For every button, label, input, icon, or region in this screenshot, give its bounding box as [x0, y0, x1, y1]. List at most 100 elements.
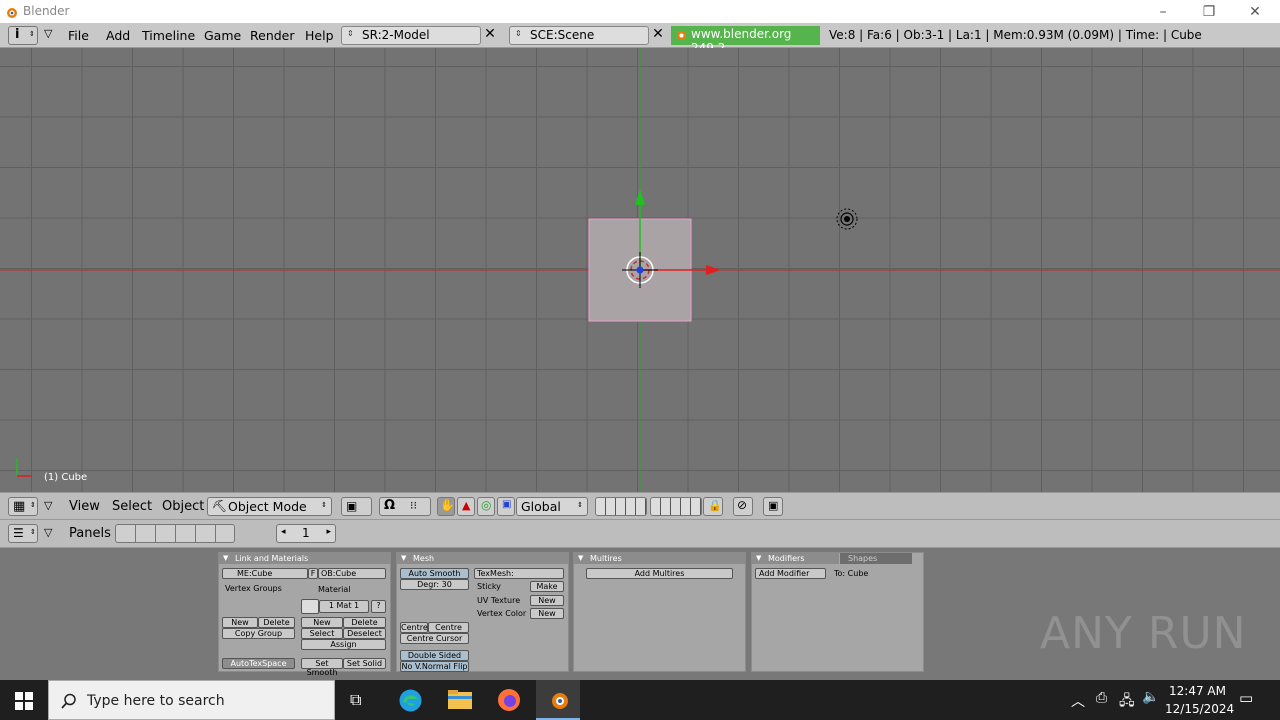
y-gizmo-arrow[interactable]: [635, 189, 645, 205]
editor-type-button-2[interactable]: ☰ ⇕: [8, 524, 38, 543]
edge-icon[interactable]: [398, 688, 423, 713]
texmesh-field[interactable]: TexMesh:: [474, 568, 564, 579]
window-type-button[interactable]: i ⇕: [8, 26, 38, 45]
pivot-button[interactable]: Ω ⁝⁝: [379, 497, 431, 516]
menu-add[interactable]: Add: [106, 28, 130, 43]
network-icon[interactable]: 🖧: [1119, 690, 1135, 714]
restore-button[interactable]: ❐: [1186, 0, 1232, 23]
menu-help[interactable]: Help: [305, 28, 334, 43]
panel-title[interactable]: Mesh: [397, 553, 568, 564]
panel-title[interactable]: Multires: [574, 553, 745, 564]
add-modifier-button[interactable]: Add Modifier: [755, 568, 826, 579]
minimize-button[interactable]: –: [1140, 0, 1186, 23]
auto-smooth-toggle[interactable]: Auto Smooth: [400, 568, 469, 579]
render-preview-icon[interactable]: ▣: [763, 497, 783, 516]
editor-type-button[interactable]: ▦ ⇕: [8, 497, 38, 516]
menu-timeline[interactable]: Timeline: [142, 28, 195, 43]
no-vnormal-flip-toggle[interactable]: No V.Normal Flip: [400, 661, 469, 672]
menu-view[interactable]: View: [69, 499, 100, 514]
orientation-selector[interactable]: Global ⇕: [516, 497, 588, 516]
object-datablock-field[interactable]: OB:Cube: [318, 568, 386, 579]
close-button[interactable]: ✕: [1232, 0, 1278, 23]
panel-title[interactable]: Link and Materials: [219, 553, 390, 564]
buttons-window: ☰⇕ ▽ Panels ◂1▸ Link and Materials ME:Cu…: [0, 520, 1280, 680]
sticky-label: Sticky: [477, 582, 501, 591]
menu-game[interactable]: Game: [204, 28, 241, 43]
windows-start-icon[interactable]: [15, 692, 33, 710]
collapse-menu-icon-2[interactable]: ▽: [44, 526, 52, 539]
material-delete-button[interactable]: Delete: [343, 617, 386, 628]
clock-time[interactable]: 12:47 AM: [1169, 684, 1226, 698]
view3d-header: ▦ ⇕ ▽ View Select Object ⛏ Object Mode ⇕ ▣ …: [0, 492, 1280, 520]
collapse-menu-icon[interactable]: ▽: [44, 499, 52, 512]
frame-field[interactable]: ◂ 1 ▸: [276, 524, 336, 543]
mode-selector[interactable]: ⛏ Object Mode ⇕: [207, 497, 332, 516]
firefox-icon[interactable]: [497, 688, 521, 712]
shapes-tab[interactable]: Shapes: [840, 553, 912, 564]
material-new-button[interactable]: New: [301, 617, 343, 628]
centre-new-button[interactable]: Centre New: [428, 622, 469, 641]
translate-icon[interactable]: ▲: [457, 497, 475, 516]
search-placeholder: Type here to search: [87, 693, 225, 709]
menu-file[interactable]: File: [68, 28, 89, 43]
taskbar-search[interactable]: Type here to search: [48, 680, 335, 720]
snap-icon[interactable]: ⊘: [733, 497, 753, 516]
centre-button[interactable]: Centre: [400, 622, 428, 633]
draw-type-button[interactable]: ▣: [341, 497, 372, 516]
uv-texture-new-button[interactable]: New: [530, 595, 564, 606]
vgroup-new-button[interactable]: New: [222, 617, 258, 628]
vertex-color-new-button[interactable]: New: [530, 608, 564, 619]
material-index-field[interactable]: 1 Mat 1: [319, 600, 369, 613]
layer-buttons-1[interactable]: [595, 497, 647, 516]
mesh-datablock-field[interactable]: ME:Cube: [222, 568, 308, 579]
orientation-label: Global: [521, 499, 561, 514]
fake-user-button[interactable]: F: [308, 568, 318, 579]
modifiers-tab[interactable]: Modifiers: [752, 553, 839, 564]
double-sided-toggle[interactable]: Double Sided: [400, 650, 469, 661]
3d-viewport[interactable]: (1) Cube: [0, 48, 1280, 492]
file-explorer-icon[interactable]: [448, 690, 472, 710]
lock-icon[interactable]: 🔒: [703, 497, 723, 516]
centre-cursor-button[interactable]: Centre Cursor: [400, 633, 469, 644]
material-label: Material: [318, 585, 351, 594]
volume-icon[interactable]: 🔈: [1142, 689, 1159, 705]
sticky-make-button[interactable]: Make: [530, 581, 564, 592]
blender-taskbar-button[interactable]: [536, 680, 580, 720]
copy-group-button[interactable]: Copy Group: [222, 628, 295, 639]
screen-selector[interactable]: ⇕ SR:2-Model: [341, 26, 481, 45]
material-assign-button[interactable]: Assign: [301, 639, 386, 650]
taskbar: Type here to search ⧉ ︿ ⎙ 🖧 🔈 12:47 AM 1…: [0, 680, 1280, 720]
material-deselect-button[interactable]: Deselect: [343, 628, 386, 639]
material-color-swatch[interactable]: [301, 599, 319, 614]
tray-device-icon[interactable]: ⎙: [1096, 690, 1107, 706]
degr-field[interactable]: Degr: 30: [400, 579, 469, 590]
notification-icon[interactable]: ▭: [1239, 689, 1253, 707]
scale-icon[interactable]: ▣: [497, 497, 515, 516]
task-view-icon[interactable]: ⧉: [350, 690, 370, 710]
tray-chevron-icon[interactable]: ︿: [1071, 691, 1085, 711]
buttons-header: ☰ ⇕ ▽ Panels ◂ 1 ▸: [0, 520, 1280, 548]
delete-scene-button[interactable]: ✕: [648, 26, 668, 45]
blender-url-link[interactable]: www.blender.org 249.2: [671, 26, 820, 55]
material-select-button[interactable]: Select: [301, 628, 343, 639]
hand-transform-icon[interactable]: ✋: [437, 497, 455, 516]
delete-screen-button[interactable]: ✕: [480, 26, 500, 45]
vgroup-delete-button[interactable]: Delete: [258, 617, 295, 628]
menu-object[interactable]: Object: [162, 499, 204, 514]
clock-date[interactable]: 12/15/2024: [1165, 702, 1234, 716]
context-buttons[interactable]: [115, 524, 235, 543]
x-gizmo-arrow[interactable]: [706, 265, 721, 275]
add-multires-button[interactable]: Add Multires: [586, 568, 733, 579]
menu-render[interactable]: Render: [250, 28, 295, 43]
autotexspace-toggle[interactable]: AutoTexSpace: [222, 658, 295, 669]
material-help-button[interactable]: ?: [371, 600, 386, 613]
layer-buttons-2[interactable]: [650, 497, 702, 516]
scene-selector[interactable]: ⇕ SCE:Scene: [509, 26, 649, 45]
collapse-menu-icon[interactable]: ▽: [44, 27, 52, 40]
rotate-icon[interactable]: ◎: [477, 497, 495, 516]
vertex-color-label: Vertex Color: [477, 609, 527, 618]
menu-select[interactable]: Select: [112, 499, 152, 514]
info-header: i ⇕ ▽ File Add Timeline Game Render Help …: [0, 23, 1280, 55]
set-smooth-button[interactable]: Set Smooth: [301, 658, 343, 677]
set-solid-button[interactable]: Set Solid: [343, 658, 386, 669]
